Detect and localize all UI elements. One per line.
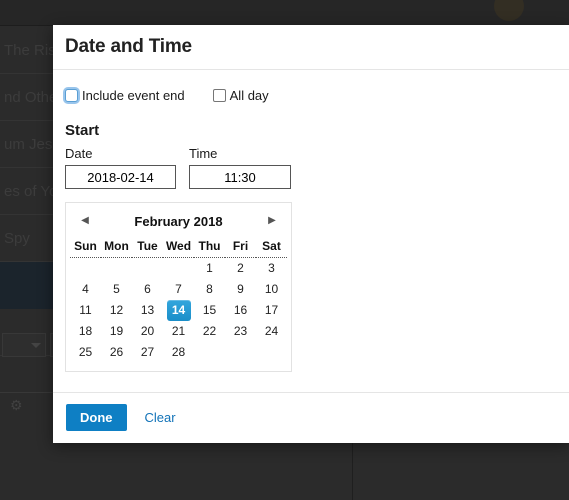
all-day-checkbox[interactable] [212, 88, 226, 102]
include-event-end-option[interactable]: Include event end [65, 88, 185, 103]
start-section-heading: Start [65, 122, 100, 139]
calendar-week-row: 11 12 13 14 15 16 17 [70, 299, 287, 321]
next-month-icon[interactable]: ▶ [265, 216, 279, 226]
calendar-day[interactable]: 4 [75, 280, 97, 299]
calendar-navigation: ◀ February 2018 ▶ [70, 209, 287, 231]
dialog-footer: Done Clear [53, 392, 569, 442]
calendar-day[interactable]: 25 [75, 343, 97, 362]
start-time-label: Time [189, 146, 218, 161]
calendar-day-empty: . [168, 259, 190, 278]
calendar-day[interactable]: 11 [75, 301, 97, 320]
start-time-input[interactable] [189, 165, 291, 189]
all-day-option[interactable]: All day [212, 87, 269, 103]
calendar-weekday-mon: Mon [101, 236, 132, 258]
date-picker-calendar: ◀ February 2018 ▶ Sun Mon Tue Wed Thu Fri Sat … [65, 202, 292, 372]
all-day-label: All day [229, 87, 269, 103]
calendar-weekday-tue: Tue [132, 236, 163, 258]
calendar-day[interactable]: 10 [261, 280, 283, 299]
start-date-field: Date [65, 146, 176, 189]
include-event-end-label: Include event end [82, 87, 185, 103]
dialog-header: Date and Time [53, 25, 569, 70]
calendar-day[interactable]: 23 [230, 322, 252, 341]
gear-icon[interactable]: ⚙ [10, 398, 24, 412]
previous-month-icon[interactable]: ◀ [78, 216, 92, 226]
clear-link[interactable]: Clear [145, 410, 176, 425]
background-select[interactable] [2, 333, 46, 357]
calendar-day[interactable]: 9 [230, 280, 252, 299]
calendar-day-empty: . [75, 259, 97, 278]
calendar-day-selected[interactable]: 14 [166, 299, 191, 321]
start-date-input[interactable] [65, 165, 176, 189]
start-date-label: Date [65, 146, 93, 161]
date-and-time-dialog: Date and Time Include event end All day … [53, 25, 569, 443]
calendar-week-row: 4 5 6 7 8 9 10 [70, 279, 287, 300]
start-time-field: Time [189, 146, 291, 189]
calendar-day[interactable]: 5 [106, 280, 128, 299]
options-row: Include event end All day [65, 84, 557, 106]
calendar-week-row: 18 19 20 21 22 23 24 [70, 321, 287, 342]
calendar-day[interactable]: 1 [199, 259, 221, 278]
calendar-day[interactable]: 2 [230, 259, 252, 278]
done-button[interactable]: Done [66, 404, 127, 431]
calendar-day[interactable]: 6 [137, 280, 159, 299]
start-fields: Date Time [65, 146, 557, 189]
calendar-day[interactable]: 8 [199, 280, 221, 299]
calendar-week-row: 25 26 27 28... [70, 342, 287, 363]
calendar-day-empty: . [106, 259, 128, 278]
calendar-day-empty: . [261, 343, 283, 362]
calendar-day[interactable]: 20 [137, 322, 159, 341]
calendar-day-empty: . [230, 343, 252, 362]
calendar-weekday-wed: Wed [163, 236, 194, 258]
calendar-grid: SunMonTueWedThuFriSat ....12345678910111… [70, 236, 287, 363]
calendar-weekday-fri: Fri [225, 236, 256, 258]
calendar-weeks: ....123456789101112131415161718192021222… [70, 258, 287, 363]
calendar-day[interactable]: 27 [137, 343, 159, 362]
calendar-weekday-header: Sun Mon Tue Wed Thu Fri Sat [70, 236, 287, 258]
calendar-day[interactable]: 28 [168, 343, 190, 362]
calendar-day[interactable]: 19 [106, 322, 128, 341]
include-event-end-checkbox[interactable] [65, 88, 78, 102]
dialog-title: Date and Time [65, 36, 192, 57]
calendar-day[interactable]: 15 [199, 301, 221, 320]
calendar-day[interactable]: 12 [106, 301, 128, 320]
calendar-day[interactable]: 13 [137, 301, 159, 320]
calendar-day-empty: . [199, 343, 221, 362]
calendar-day[interactable]: 7 [168, 280, 190, 299]
dialog-body: Include event end All day Start Date Tim… [53, 70, 569, 392]
calendar-day[interactable]: 21 [168, 322, 190, 341]
calendar-week-row: .... 123 [70, 258, 287, 279]
chevron-down-icon [31, 342, 41, 348]
calendar-day[interactable]: 18 [75, 322, 97, 341]
calendar-day[interactable]: 17 [261, 301, 283, 320]
calendar-day[interactable]: 3 [261, 259, 283, 278]
calendar-day-empty: . [137, 259, 159, 278]
calendar-weekday-thu: Thu [194, 236, 225, 258]
calendar-day[interactable]: 22 [199, 322, 221, 341]
calendar-day[interactable]: 26 [106, 343, 128, 362]
calendar-month-label: February 2018 [134, 213, 223, 229]
calendar-weekday-sun: Sun [70, 236, 101, 258]
calendar-day[interactable]: 16 [230, 301, 252, 320]
background-topbar [0, 0, 569, 26]
calendar-weekday-sat: Sat [256, 236, 287, 258]
calendar-day[interactable]: 24 [261, 322, 283, 341]
